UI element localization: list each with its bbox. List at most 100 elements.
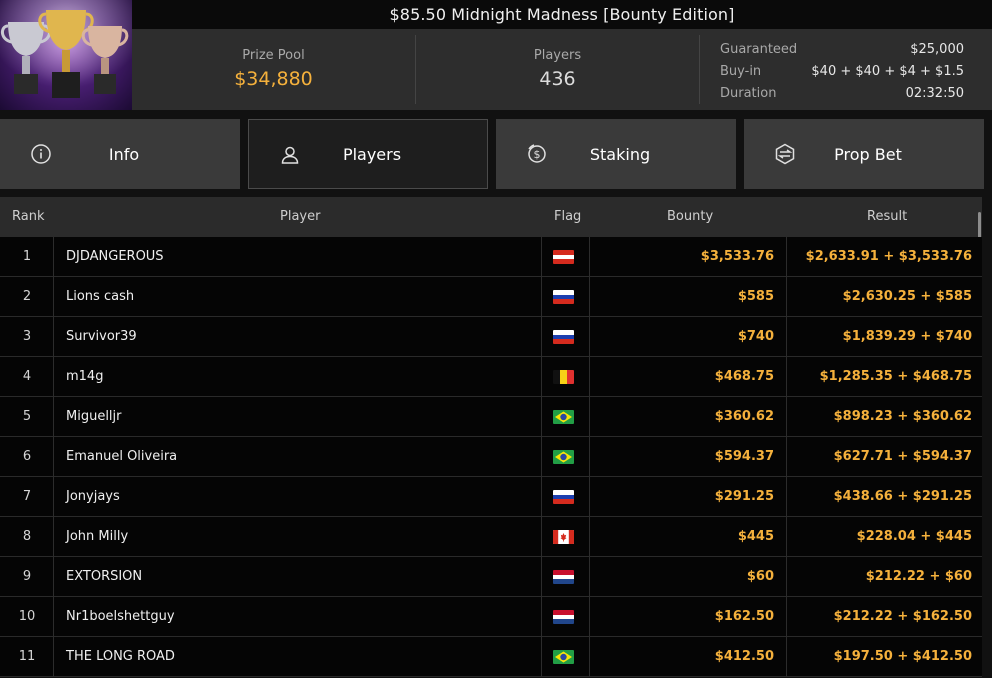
result-cell: $212.22 + $60	[865, 569, 972, 584]
cell-divider	[53, 437, 54, 477]
table-row[interactable]: 1 DJDANGEROUS $3,533.76 $2,633.91 + $3,533.…	[0, 237, 982, 277]
flag-cell	[553, 477, 575, 517]
rank-cell: 1	[22, 249, 32, 264]
cell-divider	[53, 557, 54, 597]
tournament-title: $85.50 Midnight Madness [Bounty Edition]	[132, 0, 992, 29]
column-bounty[interactable]: Bounty	[667, 197, 713, 237]
brazil-flag-icon	[553, 650, 574, 664]
cell-divider	[589, 637, 590, 677]
rank-cell: 6	[22, 449, 32, 464]
rank-cell: 4	[22, 369, 32, 384]
cell-divider	[589, 437, 590, 477]
cell-divider	[589, 477, 590, 517]
netherlands-flag-icon	[553, 570, 574, 584]
cell-divider	[786, 277, 787, 317]
cell-divider	[589, 277, 590, 317]
tournament-details: Guaranteed $25,000 Buy-in $40 + $40 + $4…	[720, 39, 964, 105]
rank-cell: 3	[22, 329, 32, 344]
table-row[interactable]: 8 John Milly $445 $228.04 + $445	[0, 517, 982, 557]
player-name-cell: Lions cash	[66, 289, 135, 304]
rank-cell: 11	[18, 649, 36, 664]
prize-pool-stat: Prize Pool $34,880	[132, 29, 415, 110]
flag-cell	[553, 317, 575, 357]
tab-staking[interactable]: $ Staking	[496, 119, 736, 189]
stat-divider	[699, 35, 700, 104]
bounty-cell: $594.37	[714, 449, 774, 464]
table-row[interactable]: 5 Miguelljr $360.62 $898.23 + $360.62	[0, 397, 982, 437]
flag-cell	[553, 637, 575, 677]
cell-divider	[541, 277, 542, 317]
cell-divider	[589, 517, 590, 557]
bounty-cell: $360.62	[714, 409, 774, 424]
column-player[interactable]: Player	[280, 197, 320, 237]
table-row[interactable]: 10 Nr1boelshettguy $162.50 $212.22 + $162.5…	[0, 597, 982, 637]
table-row[interactable]: 7 Jonyjays $291.25 $438.66 + $291.25	[0, 477, 982, 517]
table-row[interactable]: 6 Emanuel Oliveira $594.37 $627.71 + $594.3…	[0, 437, 982, 477]
flag-cell	[553, 437, 575, 477]
bounty-cell: $3,533.76	[700, 249, 774, 264]
rank-cell: 9	[22, 569, 32, 584]
detail-value: $40 + $40 + $4 + $1.5	[811, 64, 964, 79]
cell-divider	[53, 397, 54, 437]
tab-prop-bet[interactable]: Prop Bet	[744, 119, 984, 189]
result-cell: $228.04 + $445	[856, 529, 972, 544]
cell-divider	[541, 357, 542, 397]
result-cell: $1,839.29 + $740	[842, 329, 972, 344]
detail-value: 02:32:50	[905, 86, 964, 101]
cell-divider	[786, 237, 787, 277]
cell-divider	[786, 437, 787, 477]
tournament-tabs: Info Players $ Staking Prop Bet	[0, 119, 992, 189]
column-rank[interactable]: Rank	[12, 197, 44, 237]
tab-info[interactable]: Info	[0, 119, 240, 189]
cell-divider	[589, 557, 590, 597]
result-cell: $2,630.25 + $585	[842, 289, 972, 304]
cell-divider	[53, 237, 54, 277]
cell-divider	[786, 597, 787, 637]
cell-divider	[786, 517, 787, 557]
player-name-cell: Miguelljr	[66, 409, 122, 424]
players-table-header: Rank Player Flag Bounty Result	[0, 197, 982, 237]
result-cell: $212.22 + $162.50	[833, 609, 972, 624]
table-row[interactable]: 2 Lions cash $585 $2,630.25 + $585	[0, 277, 982, 317]
cell-divider	[589, 397, 590, 437]
cell-divider	[786, 357, 787, 397]
prize-pool-value: $34,880	[234, 68, 313, 90]
table-row[interactable]: 3 Survivor39 $740 $1,839.29 + $740	[0, 317, 982, 357]
tab-players[interactable]: Players	[248, 119, 488, 189]
cell-divider	[53, 597, 54, 637]
players-table-body: 1 DJDANGEROUS $3,533.76 $2,633.91 + $3,533.…	[0, 237, 982, 677]
cell-divider	[541, 477, 542, 517]
result-cell: $438.66 + $291.25	[833, 489, 972, 504]
flag-cell	[553, 557, 575, 597]
flag-cell	[553, 397, 575, 437]
detail-label: Guaranteed	[720, 42, 798, 57]
cell-divider	[541, 597, 542, 637]
rank-cell: 8	[22, 529, 32, 544]
cell-divider	[786, 477, 787, 517]
rank-cell: 10	[18, 609, 36, 624]
flag-cell	[553, 237, 575, 277]
cell-divider	[541, 637, 542, 677]
column-flag[interactable]: Flag	[554, 197, 581, 237]
table-row[interactable]: 4 m14g $468.75 $1,285.35 + $468.75	[0, 357, 982, 397]
table-row[interactable]: 9 EXTORSION $60 $212.22 + $60	[0, 557, 982, 597]
user-icon	[281, 146, 299, 164]
column-result[interactable]: Result	[867, 197, 907, 237]
player-name-cell: John Milly	[66, 529, 129, 544]
bounty-cell: $162.50	[714, 609, 774, 624]
bounty-cell: $412.50	[714, 649, 774, 664]
detail-label: Duration	[720, 86, 777, 101]
cell-divider	[53, 477, 54, 517]
cell-divider	[786, 557, 787, 597]
cell-divider	[541, 237, 542, 277]
cell-divider	[53, 357, 54, 397]
bounty-cell: $468.75	[714, 369, 774, 384]
player-name-cell: THE LONG ROAD	[66, 649, 175, 664]
trophy-thumbnail	[0, 0, 132, 110]
table-row[interactable]: 11 THE LONG ROAD $412.50 $197.50 + $412.50	[0, 637, 982, 677]
detail-guaranteed: Guaranteed $25,000	[720, 39, 964, 61]
result-cell: $627.71 + $594.37	[833, 449, 972, 464]
flag-cell	[553, 517, 575, 557]
tournament-header: $85.50 Midnight Madness [Bounty Edition]…	[0, 0, 992, 110]
player-name-cell: DJDANGEROUS	[66, 249, 164, 264]
